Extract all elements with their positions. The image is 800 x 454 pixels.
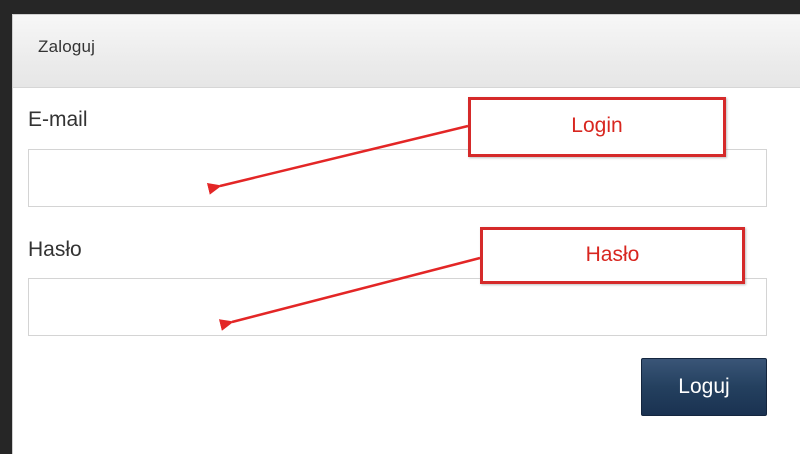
password-annotation: Hasło — [480, 227, 745, 284]
email-label: E-mail — [28, 108, 88, 131]
password-field[interactable] — [28, 278, 767, 336]
dialog-title: Zaloguj — [38, 37, 96, 56]
email-field[interactable] — [28, 149, 767, 207]
login-annotation: Login — [468, 97, 726, 157]
password-label: Hasło — [28, 238, 82, 261]
dialog-header: Zaloguj — [13, 15, 800, 88]
login-button[interactable]: Loguj — [641, 358, 767, 416]
